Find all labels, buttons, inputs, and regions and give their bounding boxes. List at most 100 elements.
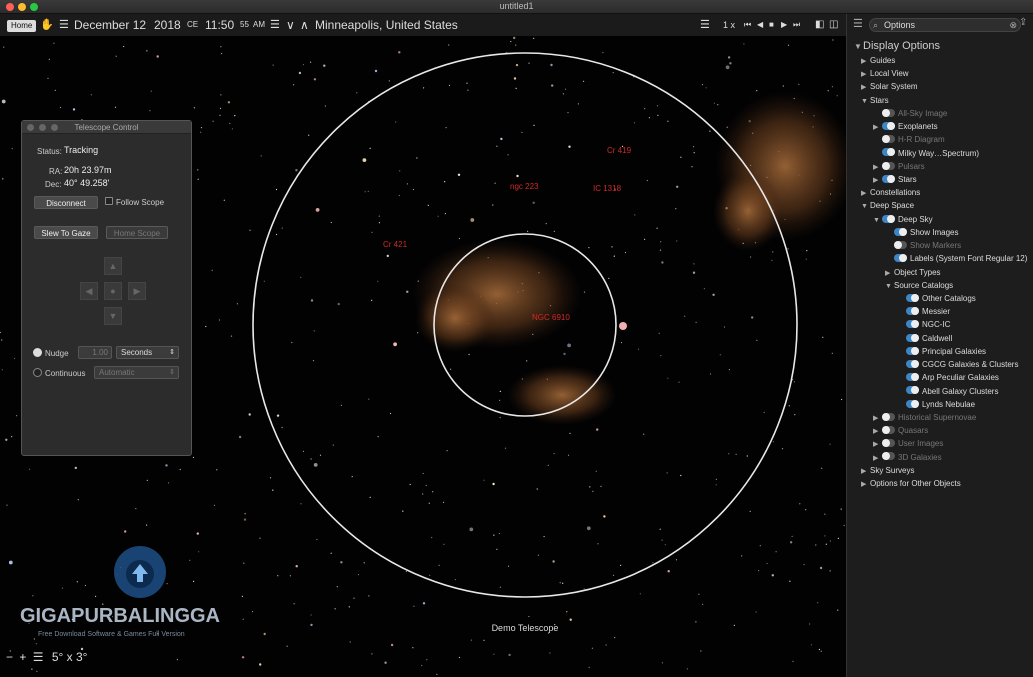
option-row[interactable]: ▶ Constellations <box>861 186 920 199</box>
disclosure-right-icon[interactable]: ▶ <box>873 425 882 438</box>
toggle-switch[interactable] <box>882 108 895 117</box>
option-row[interactable]: Abell Galaxy Clusters <box>897 385 998 398</box>
arrow-left-icon[interactable]: ◀ <box>80 282 98 300</box>
disclosure-right-icon[interactable]: ▶ <box>873 174 882 187</box>
toggle-switch[interactable] <box>882 161 895 170</box>
disclosure-right-icon[interactable]: ▶ <box>873 452 882 465</box>
label-cr421[interactable]: Cr 421 <box>383 240 408 249</box>
option-row[interactable]: ▶ Sky Surveys <box>861 464 914 477</box>
hand-icon[interactable]: ✋ <box>40 14 54 36</box>
toggle-switch[interactable] <box>882 174 895 183</box>
option-row[interactable]: ▶ 3D Galaxies <box>873 451 942 464</box>
toggle-switch[interactable] <box>906 399 919 408</box>
option-row[interactable]: Other Catalogs <box>897 292 976 305</box>
toggle-switch[interactable] <box>882 135 895 144</box>
zoom-in-icon[interactable]: + <box>19 650 26 664</box>
chevron-down-icon[interactable]: ∨ <box>286 14 295 36</box>
toggle-switch[interactable] <box>894 227 907 236</box>
center-dot-icon[interactable]: ● <box>104 282 122 300</box>
toggle-switch[interactable] <box>906 307 919 316</box>
toggle-switch[interactable] <box>882 214 895 223</box>
panel-toggle-icon[interactable]: ◫ <box>829 14 838 36</box>
disclosure-right-icon[interactable]: ▶ <box>873 438 882 451</box>
sidebar-toggle-icon[interactable]: ◧ <box>815 14 824 36</box>
bright-star[interactable] <box>619 322 627 330</box>
toggle-switch[interactable] <box>906 386 919 395</box>
option-row[interactable]: ▶ Solar System <box>861 80 918 93</box>
option-row[interactable]: Arp Peculiar Galaxies <box>897 371 999 384</box>
disclosure-right-icon[interactable]: ▶ <box>861 478 870 491</box>
options-search-field[interactable]: ⌕ Options ⊗ <box>869 18 1021 32</box>
slew-to-gaze-button[interactable]: Slew To Gaze <box>34 226 98 239</box>
option-row[interactable]: Principal Galaxies <box>897 345 986 358</box>
location-field[interactable]: Minneapolis, United States <box>315 14 458 36</box>
disclosure-right-icon[interactable]: ▶ <box>861 187 870 200</box>
option-row[interactable]: ▶ Local View <box>861 67 909 80</box>
toggle-switch[interactable] <box>906 320 919 329</box>
home-scope-button[interactable]: Home Scope <box>106 226 168 239</box>
option-row[interactable]: Caldwell <box>897 332 952 345</box>
toggle-switch[interactable] <box>906 373 919 382</box>
disclosure-right-icon[interactable]: ▶ <box>873 161 882 174</box>
option-row[interactable]: ▶ Object Types <box>885 266 941 279</box>
time-rate[interactable]: 1 x <box>723 14 735 36</box>
option-row[interactable]: ▼ Deep Space <box>861 199 914 212</box>
disclosure-right-icon[interactable]: ▶ <box>861 81 870 94</box>
follow-scope-checkbox[interactable] <box>105 197 113 205</box>
nudge-radio[interactable] <box>33 348 42 357</box>
arrow-down-icon[interactable]: ▼ <box>104 307 122 325</box>
arrow-up-icon[interactable]: ▲ <box>104 257 122 275</box>
option-row[interactable]: Lynds Nebulae <box>897 398 975 411</box>
option-row[interactable]: ▼ Deep Sky <box>873 213 933 226</box>
option-row[interactable]: Messier <box>897 305 950 318</box>
disclosure-right-icon[interactable]: ▶ <box>885 267 894 280</box>
home-button[interactable]: Home <box>7 20 37 32</box>
disclosure-right-icon[interactable]: ▶ <box>861 465 870 478</box>
date-field[interactable]: December 12 <box>74 14 146 36</box>
year-field[interactable]: 2018 <box>154 14 181 36</box>
option-row[interactable]: ▶ Exoplanets <box>873 120 938 133</box>
toggle-switch[interactable] <box>882 121 895 130</box>
option-row[interactable]: ▼ Stars <box>861 94 889 107</box>
disclosure-right-icon[interactable]: ▶ <box>873 412 882 425</box>
nudge-amount-input[interactable]: 1.00 <box>78 346 112 359</box>
label-cr419[interactable]: Cr 419 <box>607 146 632 155</box>
toggle-switch[interactable] <box>882 148 895 157</box>
toggle-switch[interactable] <box>906 346 919 355</box>
option-row[interactable]: H-R Diagram <box>873 133 945 146</box>
disclosure-right-icon[interactable]: ▶ <box>873 121 882 134</box>
share-icon[interactable]: ⇪ <box>1019 17 1027 28</box>
option-row[interactable]: NGC-IC <box>897 318 950 331</box>
toggle-switch[interactable] <box>894 254 907 263</box>
ampm-field[interactable]: AM <box>253 14 265 36</box>
nudge-unit-select[interactable]: Seconds ⇕ <box>116 346 179 359</box>
toggle-switch[interactable] <box>882 439 895 448</box>
disclosure-down-icon[interactable]: ▼ <box>885 280 894 293</box>
disconnect-button[interactable]: Disconnect <box>34 196 98 209</box>
menu-icon[interactable]: ☰ <box>270 14 280 36</box>
label-ngc6910[interactable]: NGC 6910 <box>532 313 570 322</box>
option-row[interactable]: Labels (System Font Regular 12) <box>885 252 1027 265</box>
menu-icon[interactable]: ☰ <box>853 17 863 30</box>
label-ngc223[interactable]: ngc 223 <box>510 182 539 191</box>
disclosure-down-icon[interactable]: ▼ <box>861 95 870 108</box>
toggle-switch[interactable] <box>906 333 919 342</box>
display-options-heading[interactable]: ▼Display Options <box>854 40 940 53</box>
play-reverse-icon[interactable]: ◀ <box>757 14 763 36</box>
menu-icon[interactable]: ☰ <box>700 14 710 36</box>
skip-forward-icon[interactable]: ⏭ <box>793 14 800 36</box>
option-row[interactable]: ▶ Options for Other Objects <box>861 477 961 490</box>
disclosure-down-icon[interactable]: ▼ <box>854 40 863 53</box>
toggle-switch[interactable] <box>906 359 919 368</box>
option-row[interactable]: Show Images <box>885 226 958 239</box>
toggle-switch[interactable] <box>894 240 907 249</box>
option-row[interactable]: ▶ User Images <box>873 437 943 450</box>
option-row[interactable]: ▶ Pulsars <box>873 160 925 173</box>
option-row[interactable]: ▶ Historical Supernovae <box>873 411 976 424</box>
zoom-out-icon[interactable]: − <box>6 650 13 664</box>
option-row[interactable]: ▼ Source Catalogs <box>885 279 953 292</box>
option-row[interactable]: ▶ Stars <box>873 173 917 186</box>
menu-icon[interactable]: ☰ <box>33 650 44 664</box>
seconds-field[interactable]: 55 <box>240 14 249 36</box>
toggle-switch[interactable] <box>882 426 895 435</box>
